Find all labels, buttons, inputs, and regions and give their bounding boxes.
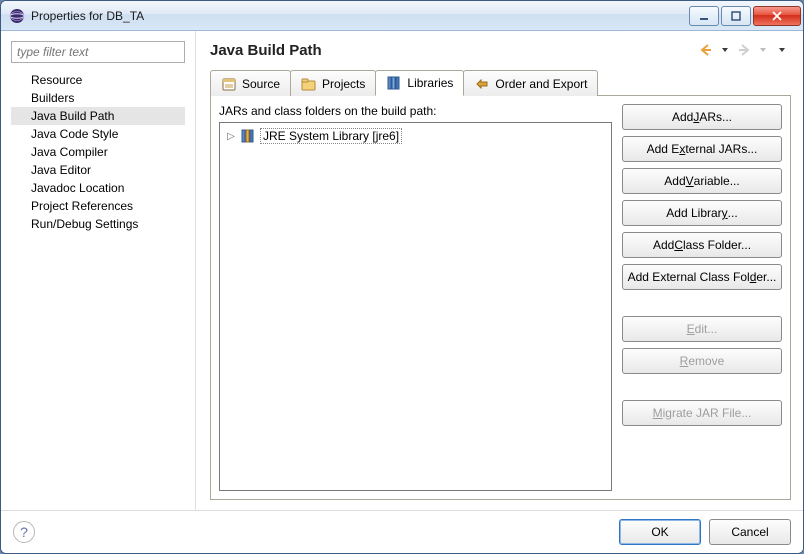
remove-button: Remove [622,348,782,374]
tab-label: Order and Export [495,77,587,91]
forward-icon[interactable] [735,41,753,59]
libraries-tree[interactable]: ▷ JRE System Library [jre6] [219,122,612,491]
page-title: Java Build Path [210,42,697,59]
add-ext-jars-button[interactable]: Add External JARs... [622,136,782,162]
main-panel: Java Build Path [196,31,803,510]
expand-icon[interactable]: ▷ [226,131,236,142]
cancel-button[interactable]: Cancel [709,519,791,545]
category-tree: ResourceBuildersJava Build PathJava Code… [11,71,185,233]
button-column: Add JARs... Add External JARs... Add Varia… [622,104,782,491]
main-header: Java Build Path [210,41,791,59]
tab-source[interactable]: Source [210,70,291,96]
close-button[interactable] [753,6,801,26]
view-menu-icon[interactable] [773,41,791,59]
add-variable-button[interactable]: Add Variable... [622,168,782,194]
sidebar-item-run-debug-settings[interactable]: Run/Debug Settings [11,215,185,233]
tab-label: Source [242,77,280,91]
library-node[interactable]: ▷ JRE System Library [jre6] [224,127,607,145]
add-library-button[interactable]: Add Library... [622,200,782,226]
migrate-button: Migrate JAR File... [622,400,782,426]
window-title: Properties for DB_TA [31,9,687,23]
sidebar-item-javadoc-location[interactable]: Javadoc Location [11,179,185,197]
back-menu-icon[interactable] [716,41,734,59]
tab-libraries[interactable]: Libraries [375,70,464,96]
help-icon[interactable]: ? [13,521,35,543]
sidebar: ResourceBuildersJava Build PathJava Code… [1,31,196,510]
dialog-body: ResourceBuildersJava Build PathJava Code… [1,31,803,510]
libraries-column: JARs and class folders on the build path… [219,104,612,491]
eclipse-icon [9,8,25,24]
back-icon[interactable] [697,41,715,59]
tab-label: Libraries [407,76,453,90]
titlebar: Properties for DB_TA [1,1,803,31]
minimize-button[interactable] [689,6,719,26]
nav-arrows [697,41,791,59]
forward-menu-icon[interactable] [754,41,772,59]
tab-content: JARs and class folders on the build path… [210,96,791,500]
order-icon [474,76,490,92]
maximize-button[interactable] [721,6,751,26]
source-icon [221,76,237,92]
library-label: JRE System Library [jre6] [260,128,402,144]
window-controls [687,6,801,26]
sidebar-item-resource[interactable]: Resource [11,71,185,89]
footer: ? OK Cancel [1,510,803,553]
ok-button[interactable]: OK [619,519,701,545]
sidebar-item-java-build-path[interactable]: Java Build Path [11,107,185,125]
sidebar-item-java-code-style[interactable]: Java Code Style [11,125,185,143]
edit-button: Edit... [622,316,782,342]
properties-dialog: Properties for DB_TA ResourceBuildersJav… [0,0,804,554]
projects-icon [301,76,317,92]
sidebar-item-java-compiler[interactable]: Java Compiler [11,143,185,161]
tab-projects[interactable]: Projects [290,70,376,96]
tabs-row: Source Projects Libraries Order and Export [210,69,791,96]
add-jars-button[interactable]: Add JARs... [622,104,782,130]
filter-input[interactable] [11,41,185,63]
tab-label: Projects [322,77,365,91]
add-ext-class-button[interactable]: Add External Class Folder... [622,264,782,290]
tab-order-and-export[interactable]: Order and Export [463,70,598,96]
sidebar-item-builders[interactable]: Builders [11,89,185,107]
add-class-folder-button[interactable]: Add Class Folder... [622,232,782,258]
sidebar-item-project-references[interactable]: Project References [11,197,185,215]
sidebar-item-java-editor[interactable]: Java Editor [11,161,185,179]
library-icon [240,128,256,144]
libraries-icon [386,75,402,91]
libraries-label: JARs and class folders on the build path… [219,104,612,118]
